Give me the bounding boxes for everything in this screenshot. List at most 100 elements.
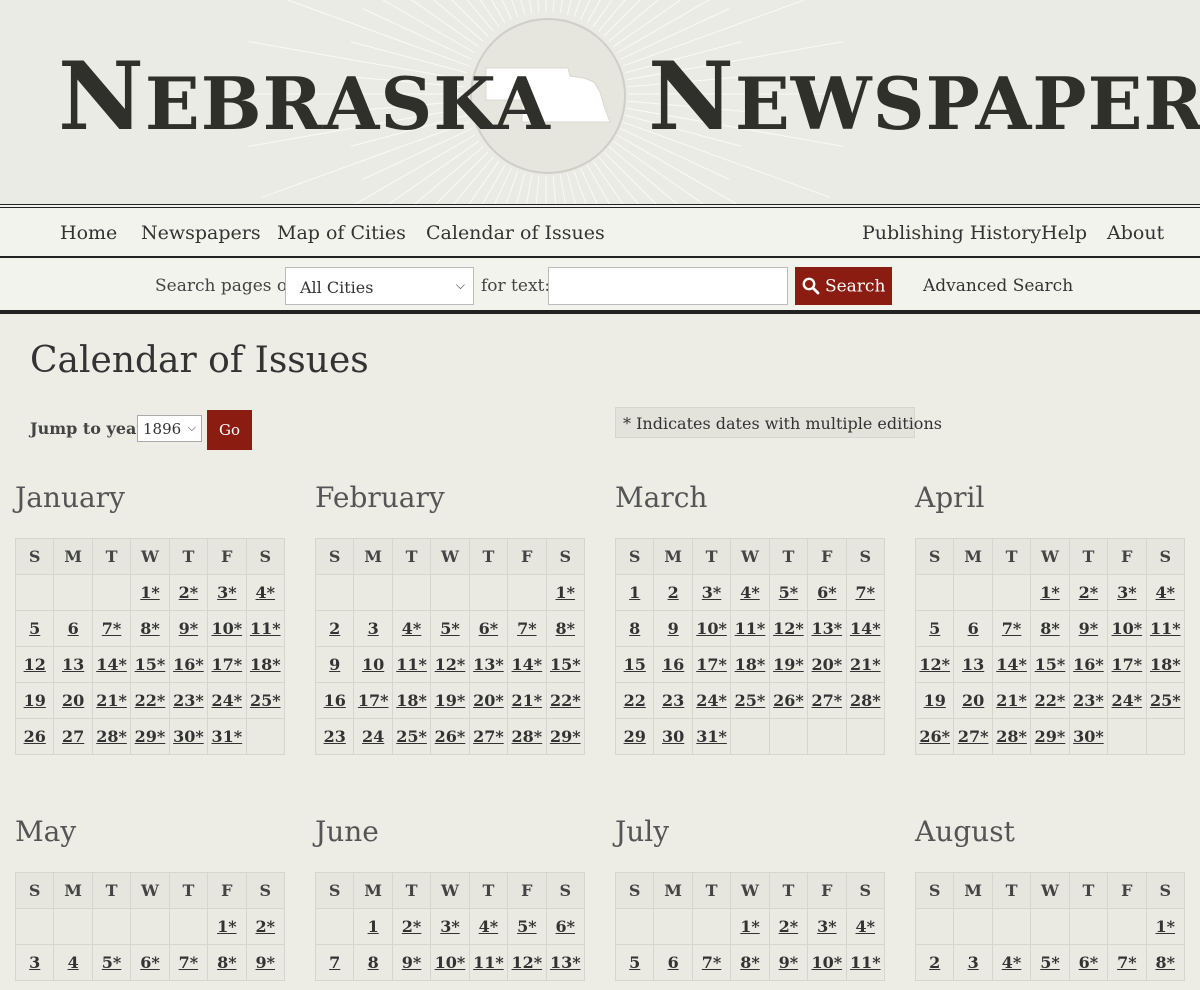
issue-date-link[interactable]: 30*	[173, 727, 204, 746]
issue-date-link[interactable]: 6	[668, 953, 679, 972]
issue-date-link[interactable]: 17*	[358, 691, 389, 710]
issue-date-link[interactable]: 10	[362, 655, 384, 674]
issue-date-link[interactable]: 19	[924, 691, 946, 710]
issue-date-link[interactable]: 11*	[250, 619, 281, 638]
issue-date-link[interactable]: 6	[68, 619, 79, 638]
issue-date-link[interactable]: 2*	[402, 917, 422, 936]
issue-date-link[interactable]: 1	[368, 917, 379, 936]
nav-home[interactable]: Home	[60, 222, 117, 244]
issue-date-link[interactable]: 11*	[473, 953, 504, 972]
issue-date-link[interactable]: 1*	[556, 583, 576, 602]
issue-date-link[interactable]: 9*	[179, 619, 199, 638]
issue-date-link[interactable]: 21*	[512, 691, 543, 710]
issue-date-link[interactable]: 8*	[1040, 619, 1060, 638]
issue-date-link[interactable]: 9*	[256, 953, 276, 972]
issue-date-link[interactable]: 7*	[517, 619, 537, 638]
city-select[interactable]: All Cities ⌵	[285, 267, 474, 305]
issue-date-link[interactable]: 3*	[440, 917, 460, 936]
issue-date-link[interactable]: 15	[624, 655, 646, 674]
issue-date-link[interactable]: 8	[368, 953, 379, 972]
issue-date-link[interactable]: 23*	[1073, 691, 1104, 710]
issue-date-link[interactable]: 5	[929, 619, 940, 638]
go-button[interactable]: Go	[207, 410, 252, 450]
issue-date-link[interactable]: 3*	[702, 583, 722, 602]
issue-date-link[interactable]: 3	[368, 619, 379, 638]
issue-date-link[interactable]: 23*	[173, 691, 204, 710]
issue-date-link[interactable]: 31*	[696, 727, 727, 746]
issue-date-link[interactable]: 20	[62, 691, 84, 710]
issue-date-link[interactable]: 29	[624, 727, 646, 746]
issue-date-link[interactable]: 26*	[435, 727, 466, 746]
issue-date-link[interactable]: 13*	[550, 953, 581, 972]
issue-date-link[interactable]: 30	[662, 727, 684, 746]
issue-date-link[interactable]: 22*	[1035, 691, 1066, 710]
issue-date-link[interactable]: 11*	[850, 953, 881, 972]
issue-date-link[interactable]: 20*	[812, 655, 843, 674]
issue-date-link[interactable]: 16	[662, 655, 684, 674]
issue-date-link[interactable]: 2*	[179, 583, 199, 602]
year-select[interactable]: 1896 ⌵	[137, 415, 202, 442]
issue-date-link[interactable]: 19*	[435, 691, 466, 710]
issue-date-link[interactable]: 2	[668, 583, 679, 602]
issue-date-link[interactable]: 5*	[102, 953, 122, 972]
issue-date-link[interactable]: 9*	[1079, 619, 1099, 638]
issue-date-link[interactable]: 16*	[1073, 655, 1104, 674]
nav-publishing-history[interactable]: Publishing History	[862, 222, 1041, 244]
search-input[interactable]	[548, 267, 788, 305]
issue-date-link[interactable]: 26*	[919, 727, 950, 746]
issue-date-link[interactable]: 14*	[996, 655, 1027, 674]
issue-date-link[interactable]: 1*	[140, 583, 160, 602]
issue-date-link[interactable]: 27*	[958, 727, 989, 746]
issue-date-link[interactable]: 18*	[396, 691, 427, 710]
issue-date-link[interactable]: 4*	[402, 619, 422, 638]
issue-date-link[interactable]: 29*	[550, 727, 581, 746]
issue-date-link[interactable]: 9	[668, 619, 679, 638]
issue-date-link[interactable]: 20*	[473, 691, 504, 710]
issue-date-link[interactable]: 10*	[1112, 619, 1143, 638]
issue-date-link[interactable]: 6*	[817, 583, 837, 602]
issue-date-link[interactable]: 28*	[996, 727, 1027, 746]
issue-date-link[interactable]: 7*	[856, 583, 876, 602]
issue-date-link[interactable]: 24	[362, 727, 384, 746]
issue-date-link[interactable]: 17*	[212, 655, 243, 674]
issue-date-link[interactable]: 4*	[856, 917, 876, 936]
issue-date-link[interactable]: 2	[329, 619, 340, 638]
issue-date-link[interactable]: 24*	[1112, 691, 1143, 710]
issue-date-link[interactable]: 7*	[179, 953, 199, 972]
issue-date-link[interactable]: 6*	[479, 619, 499, 638]
issue-date-link[interactable]: 21*	[96, 691, 127, 710]
issue-date-link[interactable]: 26*	[773, 691, 804, 710]
issue-date-link[interactable]: 3	[29, 953, 40, 972]
search-button[interactable]: Search	[795, 267, 892, 305]
issue-date-link[interactable]: 28*	[512, 727, 543, 746]
issue-date-link[interactable]: 14*	[850, 619, 881, 638]
issue-date-link[interactable]: 1	[629, 583, 640, 602]
issue-date-link[interactable]: 5	[29, 619, 40, 638]
nav-newspapers[interactable]: Newspapers	[141, 222, 261, 244]
issue-date-link[interactable]: 15*	[135, 655, 166, 674]
issue-date-link[interactable]: 13*	[473, 655, 504, 674]
issue-date-link[interactable]: 21*	[850, 655, 881, 674]
issue-date-link[interactable]: 10*	[435, 953, 466, 972]
issue-date-link[interactable]: 7*	[1002, 619, 1022, 638]
issue-date-link[interactable]: 2*	[1079, 583, 1099, 602]
issue-date-link[interactable]: 4*	[1156, 583, 1176, 602]
issue-date-link[interactable]: 6*	[556, 917, 576, 936]
issue-date-link[interactable]: 2*	[779, 917, 799, 936]
issue-date-link[interactable]: 8	[629, 619, 640, 638]
issue-date-link[interactable]: 23	[662, 691, 684, 710]
issue-date-link[interactable]: 14*	[96, 655, 127, 674]
issue-date-link[interactable]: 7	[329, 953, 340, 972]
nav-help[interactable]: Help	[1041, 222, 1087, 244]
issue-date-link[interactable]: 27	[62, 727, 84, 746]
issue-date-link[interactable]: 20	[962, 691, 984, 710]
issue-date-link[interactable]: 25*	[396, 727, 427, 746]
issue-date-link[interactable]: 5	[629, 953, 640, 972]
issue-date-link[interactable]: 12*	[773, 619, 804, 638]
issue-date-link[interactable]: 26	[24, 727, 46, 746]
issue-date-link[interactable]: 5*	[517, 917, 537, 936]
issue-date-link[interactable]: 17*	[696, 655, 727, 674]
issue-date-link[interactable]: 13*	[812, 619, 843, 638]
issue-date-link[interactable]: 3	[968, 953, 979, 972]
issue-date-link[interactable]: 18*	[1150, 655, 1181, 674]
